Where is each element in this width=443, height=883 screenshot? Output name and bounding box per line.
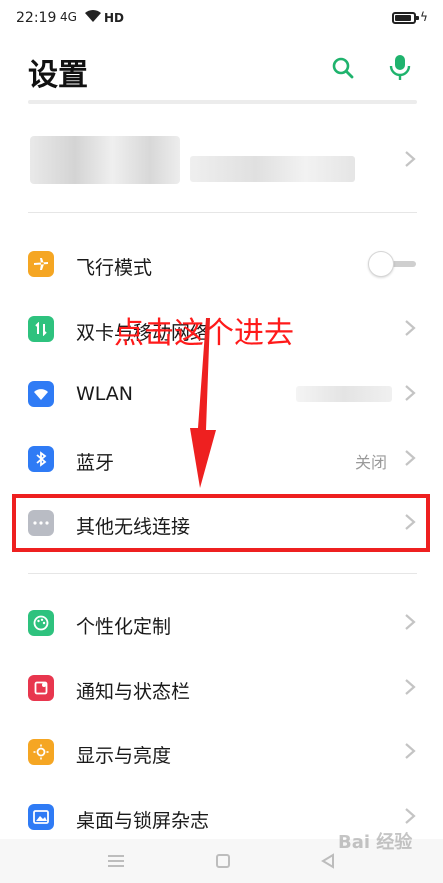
palette-icon	[28, 610, 54, 636]
chevron-right-icon	[405, 450, 416, 466]
chevron-right-icon	[405, 808, 416, 824]
chevron-right-icon	[405, 614, 416, 630]
chevron-right-icon	[405, 679, 416, 695]
setting-label: 个性化定制	[76, 616, 172, 638]
setting-label: 通知与状态栏	[76, 681, 191, 703]
hd-label: HD	[104, 11, 125, 25]
bluetooth-status: 关闭	[354, 453, 387, 472]
account-name-blurred	[190, 156, 355, 182]
watermark: Bai 经验	[338, 832, 413, 853]
menu-icon[interactable]	[108, 855, 124, 870]
chevron-right-icon	[405, 385, 416, 401]
page-title: 设置	[28, 58, 88, 93]
battery-icon	[392, 12, 419, 24]
divider	[28, 212, 417, 213]
setting-label: 飞行模式	[76, 257, 153, 279]
setting-label: 蓝牙	[76, 452, 115, 474]
bluetooth-icon	[28, 446, 54, 472]
home-icon[interactable]	[216, 854, 230, 868]
wifi-icon	[28, 381, 54, 407]
status-wifi-icon	[84, 8, 102, 27]
account-row[interactable]	[0, 118, 443, 208]
wlan-network-blurred	[296, 386, 392, 402]
search-icon[interactable]	[331, 56, 355, 80]
dual-sim-icon	[28, 316, 54, 342]
status-bar: 22:19 4G HD ϟ	[0, 0, 443, 38]
sun-icon	[28, 739, 54, 765]
divider	[28, 573, 417, 574]
account-avatar-blurred	[30, 136, 180, 184]
airplane-mode-toggle[interactable]	[368, 251, 418, 277]
highlight-box	[12, 494, 430, 552]
setting-airplane-mode[interactable]: 飞行模式	[0, 232, 443, 296]
notification-icon	[28, 675, 54, 701]
chevron-right-icon	[405, 151, 416, 167]
arrow-down-icon	[190, 318, 216, 488]
signal-icon: 4G	[60, 10, 77, 24]
microphone-icon[interactable]	[388, 53, 412, 81]
back-icon[interactable]	[320, 853, 336, 869]
setting-label: WLAN	[76, 383, 134, 405]
setting-notification[interactable]: 通知与状态栏	[0, 656, 443, 720]
setting-label: 桌面与锁屏杂志	[76, 810, 210, 832]
setting-display[interactable]: 显示与亮度	[0, 720, 443, 784]
setting-personalize[interactable]: 个性化定制	[0, 591, 443, 655]
picture-icon	[28, 804, 54, 830]
chevron-right-icon	[405, 743, 416, 759]
charging-icon: ϟ	[420, 10, 428, 24]
status-time: 22:19	[16, 10, 57, 26]
chevron-right-icon	[405, 320, 416, 336]
airplane-icon	[28, 251, 54, 277]
header-divider	[28, 100, 417, 104]
setting-label: 显示与亮度	[76, 745, 172, 767]
